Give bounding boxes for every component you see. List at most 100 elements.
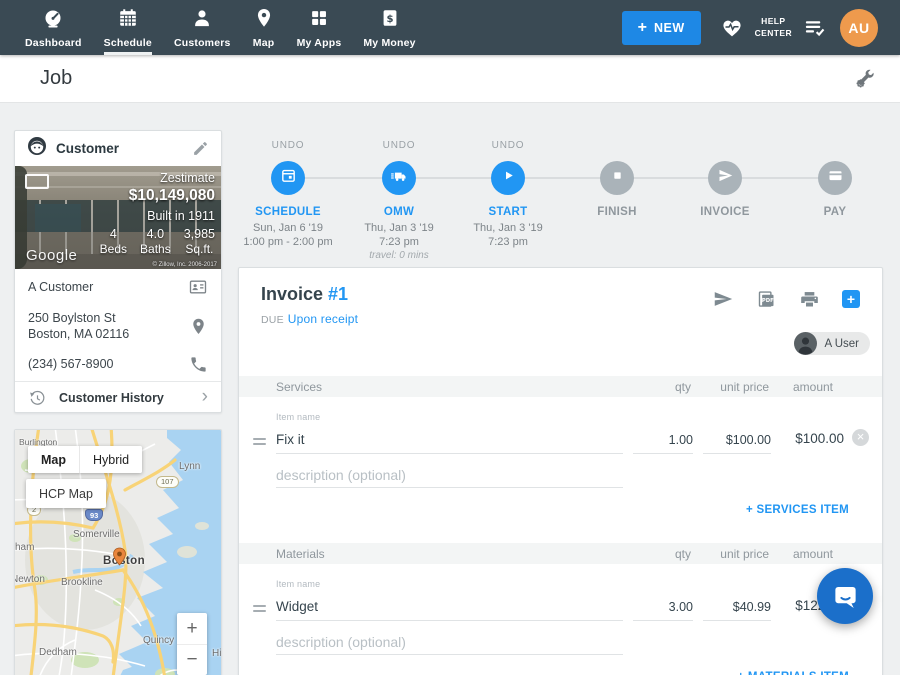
hybrid-button[interactable]: Hybrid bbox=[79, 446, 142, 473]
chat-fab-button[interactable] bbox=[817, 568, 873, 624]
stat-beds: 4Beds bbox=[100, 227, 127, 256]
timeline-step-pay: PAY bbox=[769, 140, 900, 218]
app-screen: Dashboard Schedule Customers Map My Apps… bbox=[0, 0, 900, 675]
built-in: Built in 1911 bbox=[100, 209, 215, 223]
pay-step-button[interactable] bbox=[818, 161, 852, 195]
map-pin-icon bbox=[253, 7, 275, 34]
map-type-buttons: Map Hybrid bbox=[28, 446, 142, 473]
nav-label: My Money bbox=[363, 37, 415, 49]
job-timeline: UNDO SCHEDULE Sun, Jan 6 '191:00 pm - 2:… bbox=[238, 130, 883, 267]
zoom-out-button[interactable]: − bbox=[177, 644, 207, 675]
list-check-icon[interactable] bbox=[803, 16, 826, 39]
drag-handle-icon[interactable] bbox=[253, 438, 266, 448]
customer-address: 250 Boylston St Boston, MA 02116 bbox=[28, 310, 129, 343]
item-name-label: Item name bbox=[276, 412, 320, 422]
pdf-icon[interactable]: PDF bbox=[756, 289, 777, 310]
my-apps-icon bbox=[308, 7, 330, 34]
customer-card-title: Customer bbox=[56, 141, 119, 156]
help-center-link[interactable]: HELP CENTER bbox=[755, 16, 792, 38]
new-button[interactable]: + NEW bbox=[622, 11, 701, 45]
zoom-in-button[interactable]: + bbox=[177, 613, 207, 644]
nav-label: Map bbox=[253, 37, 275, 49]
phone-icon[interactable] bbox=[189, 355, 208, 374]
customer-phone: (234) 567-8900 bbox=[28, 356, 113, 373]
heart-pulse-icon[interactable] bbox=[720, 16, 744, 40]
material-description-input[interactable] bbox=[276, 627, 623, 655]
customer-card: Customer Zestimate $10,149,080 Built in … bbox=[14, 130, 222, 413]
map-card: Burlington Lynn 107 2 93 Somerville ham … bbox=[14, 429, 222, 675]
route-107-badge: 107 bbox=[156, 476, 179, 488]
contact-card-icon[interactable] bbox=[188, 277, 208, 297]
travel-time: travel: 0 mins bbox=[333, 250, 465, 261]
nav-right: + NEW HELP CENTER AU bbox=[622, 0, 900, 55]
section-title: Materials bbox=[276, 547, 325, 561]
service-description-input[interactable] bbox=[276, 460, 623, 488]
invoice-step-button[interactable] bbox=[708, 161, 742, 195]
nav-label: My Apps bbox=[297, 37, 342, 49]
history-icon bbox=[28, 389, 47, 408]
material-price-input[interactable] bbox=[703, 591, 771, 621]
omw-step-button[interactable] bbox=[382, 161, 416, 195]
invoice-title: Invoice#1 bbox=[261, 284, 348, 305]
wrench-gear-icon[interactable] bbox=[854, 68, 876, 90]
add-invoice-button[interactable]: + bbox=[842, 290, 860, 308]
top-nav: Dashboard Schedule Customers Map My Apps… bbox=[0, 0, 900, 55]
map-button[interactable]: Map bbox=[28, 446, 79, 473]
service-amount: $100.00 bbox=[795, 431, 844, 446]
nav-item-my-money[interactable]: $ My Money bbox=[352, 0, 426, 55]
customer-address-row: 250 Boylston St Boston, MA 02116 bbox=[15, 305, 221, 347]
stat-sqft: 3,985Sq.ft. bbox=[184, 227, 215, 256]
remove-icon[interactable]: × bbox=[852, 429, 869, 446]
assignee-chip[interactable]: A User bbox=[794, 332, 870, 355]
zestimate-value: $10,149,080 bbox=[100, 187, 215, 205]
user-avatar[interactable]: AU bbox=[840, 9, 878, 47]
job-location-pin[interactable] bbox=[112, 547, 127, 571]
drag-handle-icon[interactable] bbox=[253, 605, 266, 615]
nav-item-customers[interactable]: Customers bbox=[163, 0, 242, 55]
zestimate-label: Zestimate bbox=[100, 171, 215, 185]
invoice-number[interactable]: #1 bbox=[328, 284, 348, 304]
section-title: Services bbox=[276, 380, 322, 394]
stat-baths: 4.0Baths bbox=[140, 227, 171, 256]
col-qty: qty bbox=[675, 547, 691, 561]
hcp-map-button[interactable]: HCP Map bbox=[26, 479, 106, 508]
add-services-item-link[interactable]: + SERVICES ITEM bbox=[746, 504, 849, 516]
property-photo[interactable]: Zestimate $10,149,080 Built in 1911 4Bed… bbox=[15, 166, 221, 269]
customer-history-link[interactable]: Customer History › bbox=[15, 381, 221, 414]
start-step-button[interactable] bbox=[491, 161, 525, 195]
service-price-input[interactable] bbox=[703, 424, 771, 454]
nav-item-dashboard[interactable]: Dashboard bbox=[14, 0, 93, 55]
location-pin-icon[interactable] bbox=[189, 317, 208, 336]
nav-item-schedule[interactable]: Schedule bbox=[93, 0, 163, 55]
services-header-bar: Services qty unit price amount bbox=[239, 376, 882, 397]
finish-step-button[interactable] bbox=[600, 161, 634, 195]
col-amount: amount bbox=[793, 547, 833, 561]
schedule-step-button[interactable] bbox=[271, 161, 305, 195]
assignee-avatar bbox=[794, 332, 817, 355]
invoice-toolbar: PDF + bbox=[712, 288, 860, 310]
customer-name-row: A Customer bbox=[15, 269, 221, 305]
printer-icon[interactable] bbox=[799, 289, 820, 310]
send-icon bbox=[717, 167, 734, 189]
due-terms-link[interactable]: Upon receipt bbox=[288, 312, 358, 326]
nav-label: Dashboard bbox=[25, 37, 82, 49]
plus-icon: + bbox=[638, 20, 647, 36]
invoice-card: Invoice#1 DUEUpon receipt PDF + A User S… bbox=[238, 267, 883, 675]
card-icon bbox=[827, 167, 844, 189]
pencil-icon[interactable] bbox=[192, 140, 209, 157]
customer-name: A Customer bbox=[28, 279, 93, 296]
map-zoom-control: + − bbox=[177, 613, 207, 675]
street-view-icon[interactable] bbox=[25, 174, 49, 189]
material-name-input[interactable] bbox=[276, 591, 623, 621]
service-name-input[interactable] bbox=[276, 424, 623, 454]
add-materials-item-link[interactable]: + MATERIALS ITEM bbox=[737, 671, 849, 675]
nav-item-map[interactable]: Map bbox=[242, 0, 286, 55]
material-qty-input[interactable] bbox=[633, 591, 693, 621]
page-header: Job bbox=[0, 55, 900, 103]
schedule-icon bbox=[117, 7, 139, 34]
service-qty-input[interactable] bbox=[633, 424, 693, 454]
page-title: Job bbox=[40, 67, 72, 90]
nav-item-my-apps[interactable]: My Apps bbox=[286, 0, 353, 55]
send-invoice-icon[interactable] bbox=[712, 288, 734, 310]
col-amount: amount bbox=[793, 380, 833, 394]
